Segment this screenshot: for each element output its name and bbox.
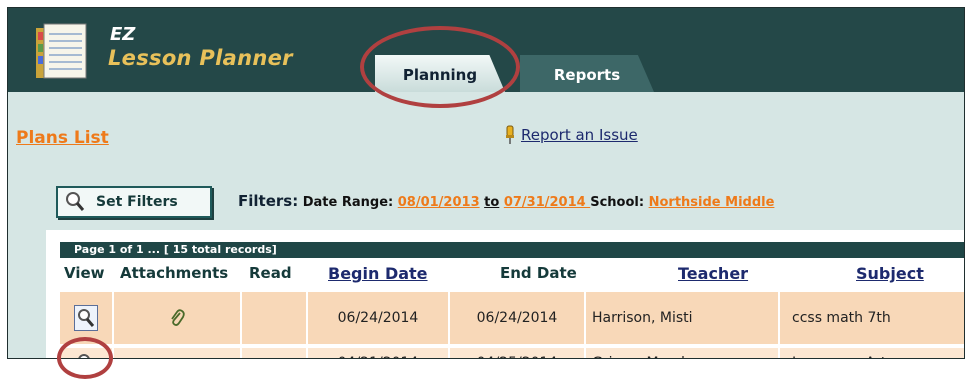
col-header-read: Read <box>249 264 292 282</box>
col-header-view: View <box>64 264 105 282</box>
date-range-label: Date Range: <box>302 195 394 210</box>
date-to-label: to <box>484 195 500 210</box>
report-issue-link[interactable]: Report an Issue <box>505 125 638 145</box>
paperclip-icon[interactable] <box>169 308 185 328</box>
set-filters-button[interactable]: Set Filters <box>56 186 212 218</box>
plans-table: Page 1 of 1 ... [ 15 total records] View… <box>46 230 964 358</box>
date-from-link[interactable]: 08/01/2013 <box>398 195 480 210</box>
col-header-begin-date[interactable]: Begin Date <box>328 264 428 283</box>
end-date-cell: 06/24/2014 <box>450 292 586 344</box>
logo-lesson-planner: Lesson Planner <box>108 46 293 70</box>
pushpin-icon <box>506 125 514 144</box>
read-cell <box>242 348 308 358</box>
teacher-cell: Harrison, Misti <box>586 292 780 344</box>
tab-reports[interactable]: Reports <box>520 55 654 92</box>
table-row[interactable]: 04/21/2014 04/25/2014 Griggs, Mandy Lang… <box>60 348 964 358</box>
table-row[interactable]: 06/24/2014 06/24/2014 Harrison, Misti cc… <box>60 292 964 344</box>
attachment-cell <box>114 348 242 358</box>
app-window: EZ Lesson Planner Planning Reports Plans… <box>7 7 965 359</box>
school-label: School: <box>590 195 645 210</box>
subject-cell: Language Arts <box>780 348 964 358</box>
page-info: Page 1 of 1 ... [ 15 total records] <box>60 242 964 258</box>
col-header-attachments: Attachments <box>120 264 229 282</box>
filters-label: Filters: <box>238 192 299 210</box>
filters-summary: Filters: Date Range: 08/01/2013 to 07/31… <box>238 192 774 210</box>
col-header-end-date: End Date <box>500 264 577 282</box>
magnifier-icon <box>64 191 86 213</box>
col-header-teacher[interactable]: Teacher <box>678 264 748 283</box>
school-link[interactable]: Northside Middle <box>649 195 775 210</box>
report-issue-label: Report an Issue <box>521 126 638 144</box>
logo-ez: EZ <box>110 24 136 45</box>
app-header: EZ Lesson Planner Planning Reports <box>8 8 964 108</box>
col-header-subject[interactable]: Subject <box>856 264 924 283</box>
set-filters-label: Set Filters <box>96 194 178 210</box>
view-button[interactable] <box>74 305 98 331</box>
highlight-ring-view <box>57 337 113 379</box>
magnifier-icon <box>78 309 95 327</box>
tab-reports-label: Reports <box>553 66 621 84</box>
attachment-cell <box>114 292 242 344</box>
read-cell <box>242 292 308 344</box>
date-to-link[interactable]: 07/31/2014 <box>504 195 590 210</box>
highlight-ring-tab <box>360 26 520 108</box>
teacher-cell: Griggs, Mandy <box>586 348 780 358</box>
notebook-icon <box>36 23 87 79</box>
begin-date-cell: 04/21/2014 <box>308 348 450 358</box>
page-title[interactable]: Plans List <box>16 128 109 148</box>
subject-cell: ccss math 7th <box>792 310 891 326</box>
end-date-cell: 04/25/2014 <box>450 348 586 358</box>
begin-date-cell: 06/24/2014 <box>308 292 450 344</box>
